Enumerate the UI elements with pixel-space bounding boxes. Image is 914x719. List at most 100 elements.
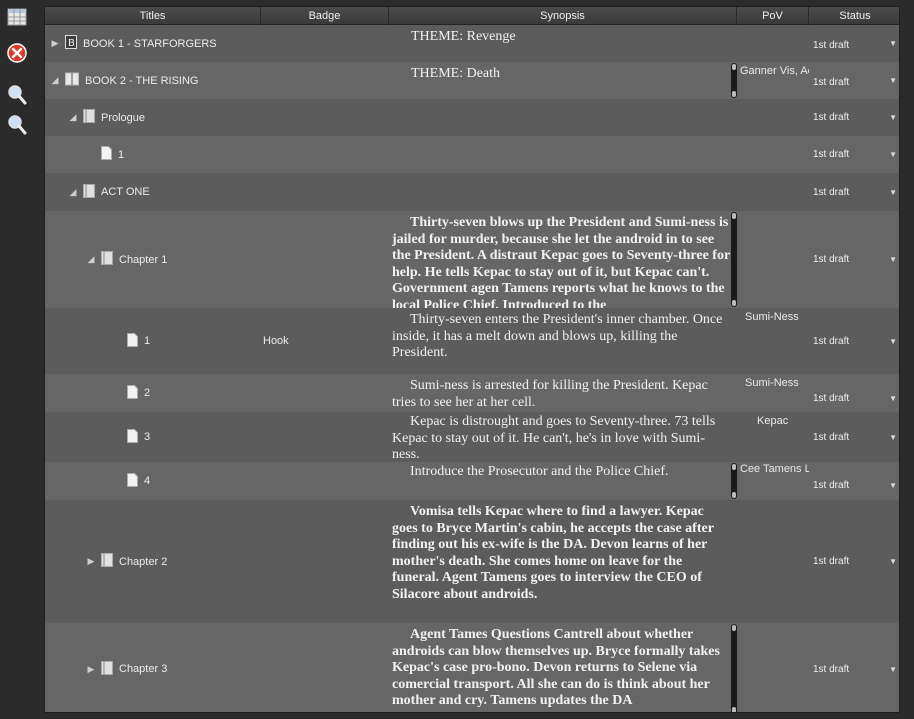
- dropdown-arrow-icon[interactable]: ▼: [889, 150, 897, 159]
- row-synopsis[interactable]: Vomisa tells Kepac where to find a lawye…: [392, 500, 732, 623]
- status-value: 1st draft: [813, 335, 850, 347]
- status-value: 1st draft: [813, 663, 850, 675]
- collapse-caret-icon[interactable]: ◢: [67, 187, 79, 198]
- row-title-text: Chapter 1: [119, 253, 168, 266]
- row-pov[interactable]: Ganner Vis, Ac: [737, 62, 809, 99]
- dropdown-arrow-icon[interactable]: ▼: [889, 394, 897, 403]
- row-badge[interactable]: Hook: [263, 308, 289, 374]
- row-synopsis[interactable]: Sumi-ness is arrested for killing the Pr…: [392, 374, 732, 412]
- left-toolbar: [0, 0, 36, 719]
- status-select[interactable]: 1st draft ▼: [811, 412, 899, 462]
- row-title-text: 3: [144, 431, 151, 443]
- expand-caret-icon[interactable]: ▶: [85, 556, 97, 567]
- synopsis-text: Vomisa tells Kepac where to find a lawye…: [392, 504, 714, 602]
- row-pov[interactable]: Cee Tamens Li: [737, 462, 809, 500]
- table-row[interactable]: ◢ ACT ONE 1st draft ▼: [45, 173, 899, 211]
- row-title[interactable]: ▶ B BOOK 1 - STARFORGERS: [49, 25, 217, 62]
- document-icon: [127, 428, 138, 446]
- status-select[interactable]: 1st draft ▼: [811, 308, 899, 374]
- row-pov[interactable]: Kepac: [737, 412, 809, 462]
- status-select[interactable]: 1st draft ▼: [811, 500, 899, 623]
- row-pov[interactable]: Sumi-Ness: [737, 308, 809, 374]
- zoom-in-icon[interactable]: [6, 84, 28, 106]
- status-select[interactable]: 1st draft ▼: [811, 623, 899, 712]
- status-select[interactable]: 1st draft ▼: [811, 25, 899, 62]
- table-row[interactable]: 1 1st draft ▼: [45, 136, 899, 173]
- table-row[interactable]: ◢ BOOK 2 - THE RISING THEME: Death Ganne…: [45, 62, 899, 99]
- status-select[interactable]: 1st draft ▼: [811, 173, 899, 211]
- dropdown-arrow-icon[interactable]: ▼: [889, 337, 897, 346]
- row-title[interactable]: 1: [97, 136, 124, 173]
- dropdown-arrow-icon[interactable]: ▼: [889, 481, 897, 490]
- table-row[interactable]: 3 Kepac is distrought and goes to Sevent…: [45, 412, 899, 462]
- book-b-icon: B: [65, 35, 77, 52]
- collapse-caret-icon[interactable]: ◢: [49, 75, 61, 86]
- header-titles[interactable]: Titles: [45, 7, 261, 25]
- dropdown-arrow-icon[interactable]: ▼: [889, 557, 897, 566]
- row-pov[interactable]: Sumi-Ness: [737, 374, 809, 412]
- row-title[interactable]: 1: [123, 308, 150, 374]
- row-title[interactable]: ◢ BOOK 2 - THE RISING: [49, 62, 199, 99]
- status-select[interactable]: 1st draft ▼: [811, 374, 899, 412]
- row-title[interactable]: 3: [123, 412, 150, 462]
- status-select[interactable]: 1st draft ▼: [811, 211, 899, 308]
- row-synopsis[interactable]: Kepac is distrought and goes to Seventy-…: [392, 412, 732, 462]
- row-title-text: 4: [144, 475, 151, 487]
- synopsis-scrollbar[interactable]: [731, 212, 737, 307]
- dropdown-arrow-icon[interactable]: ▼: [889, 188, 897, 197]
- status-value: 1st draft: [813, 77, 850, 88]
- row-title-text: Prologue: [101, 111, 146, 124]
- synopsis-scrollbar[interactable]: [731, 624, 737, 712]
- synopsis-text: Sumi-ness is arrested for killing the Pr…: [392, 378, 708, 410]
- status-value: 1st draft: [813, 112, 850, 123]
- synopsis-text: Kepac is distrought and goes to Seventy-…: [392, 414, 716, 462]
- table-row[interactable]: ▶ B BOOK 1 - STARFORGERS THEME: Revenge …: [45, 25, 899, 62]
- header-status[interactable]: Status: [809, 7, 899, 25]
- row-synopsis[interactable]: Introduce the Prosecutor and the Police …: [392, 462, 732, 500]
- table-row[interactable]: 2 Sumi-ness is arrested for killing the …: [45, 374, 899, 412]
- table-row[interactable]: ◢ Prologue 1st draft ▼: [45, 99, 899, 136]
- header-pov[interactable]: PoV: [737, 7, 809, 25]
- table-row[interactable]: 1 Hook Thirty-seven enters the President…: [45, 308, 899, 374]
- status-select[interactable]: 1st draft ▼: [811, 462, 899, 500]
- zoom-out-icon[interactable]: [6, 114, 28, 136]
- status-select[interactable]: 1st draft ▼: [811, 62, 899, 99]
- row-synopsis[interactable]: Agent Tames Questions Cantrell about whe…: [392, 623, 732, 712]
- status-select[interactable]: 1st draft ▼: [811, 136, 899, 173]
- collapse-caret-icon[interactable]: ◢: [85, 254, 97, 265]
- header-badge[interactable]: Badge: [261, 7, 389, 25]
- row-synopsis[interactable]: THEME: Death: [392, 62, 732, 99]
- table-view-icon[interactable]: [6, 6, 28, 28]
- header-synopsis[interactable]: Synopsis: [389, 7, 737, 25]
- table-row[interactable]: 4 Introduce the Prosecutor and the Polic…: [45, 462, 899, 500]
- row-synopsis[interactable]: Thirty-seven blows up the President and …: [392, 211, 732, 308]
- table-row[interactable]: ▶ Chapter 3 Agent Tames Questions Cantre…: [45, 623, 899, 712]
- table-row[interactable]: ▶ Chapter 2 Vomisa tells Kepac where to …: [45, 500, 899, 623]
- expand-caret-icon[interactable]: ▶: [49, 38, 61, 49]
- row-title[interactable]: ▶ Chapter 2: [85, 500, 167, 623]
- dropdown-arrow-icon[interactable]: ▼: [889, 433, 897, 442]
- dropdown-arrow-icon[interactable]: ▼: [889, 76, 897, 85]
- row-title[interactable]: ◢ Chapter 1: [85, 211, 167, 308]
- collapse-caret-icon[interactable]: ◢: [67, 112, 79, 123]
- dropdown-arrow-icon[interactable]: ▼: [889, 39, 897, 48]
- document-icon: [101, 146, 112, 163]
- row-title[interactable]: ▶ Chapter 3: [85, 623, 167, 712]
- dropdown-arrow-icon[interactable]: ▼: [889, 113, 897, 122]
- dropdown-arrow-icon[interactable]: ▼: [889, 255, 897, 264]
- row-title[interactable]: 2: [123, 374, 150, 412]
- row-title-text: BOOK 1 - STARFORGERS: [83, 37, 217, 50]
- row-synopsis[interactable]: Thirty-seven enters the President's inne…: [392, 308, 732, 374]
- row-title-text: 2: [144, 387, 151, 399]
- dropdown-arrow-icon[interactable]: ▼: [889, 665, 897, 674]
- row-title[interactable]: ◢ Prologue: [67, 99, 145, 136]
- row-synopsis[interactable]: THEME: Revenge: [392, 25, 732, 62]
- table-row[interactable]: ◢ Chapter 1 Thirty-seven blows up the Pr…: [45, 211, 899, 308]
- row-title[interactable]: ◢ ACT ONE: [67, 173, 150, 211]
- outline-table: Titles Badge Synopsis PoV Status ▶ B BOO…: [44, 6, 900, 713]
- status-select[interactable]: 1st draft ▼: [811, 99, 899, 136]
- row-title[interactable]: 4: [123, 462, 150, 500]
- folder-icon: [83, 183, 95, 201]
- close-icon[interactable]: [6, 42, 28, 64]
- expand-caret-icon[interactable]: ▶: [85, 664, 97, 675]
